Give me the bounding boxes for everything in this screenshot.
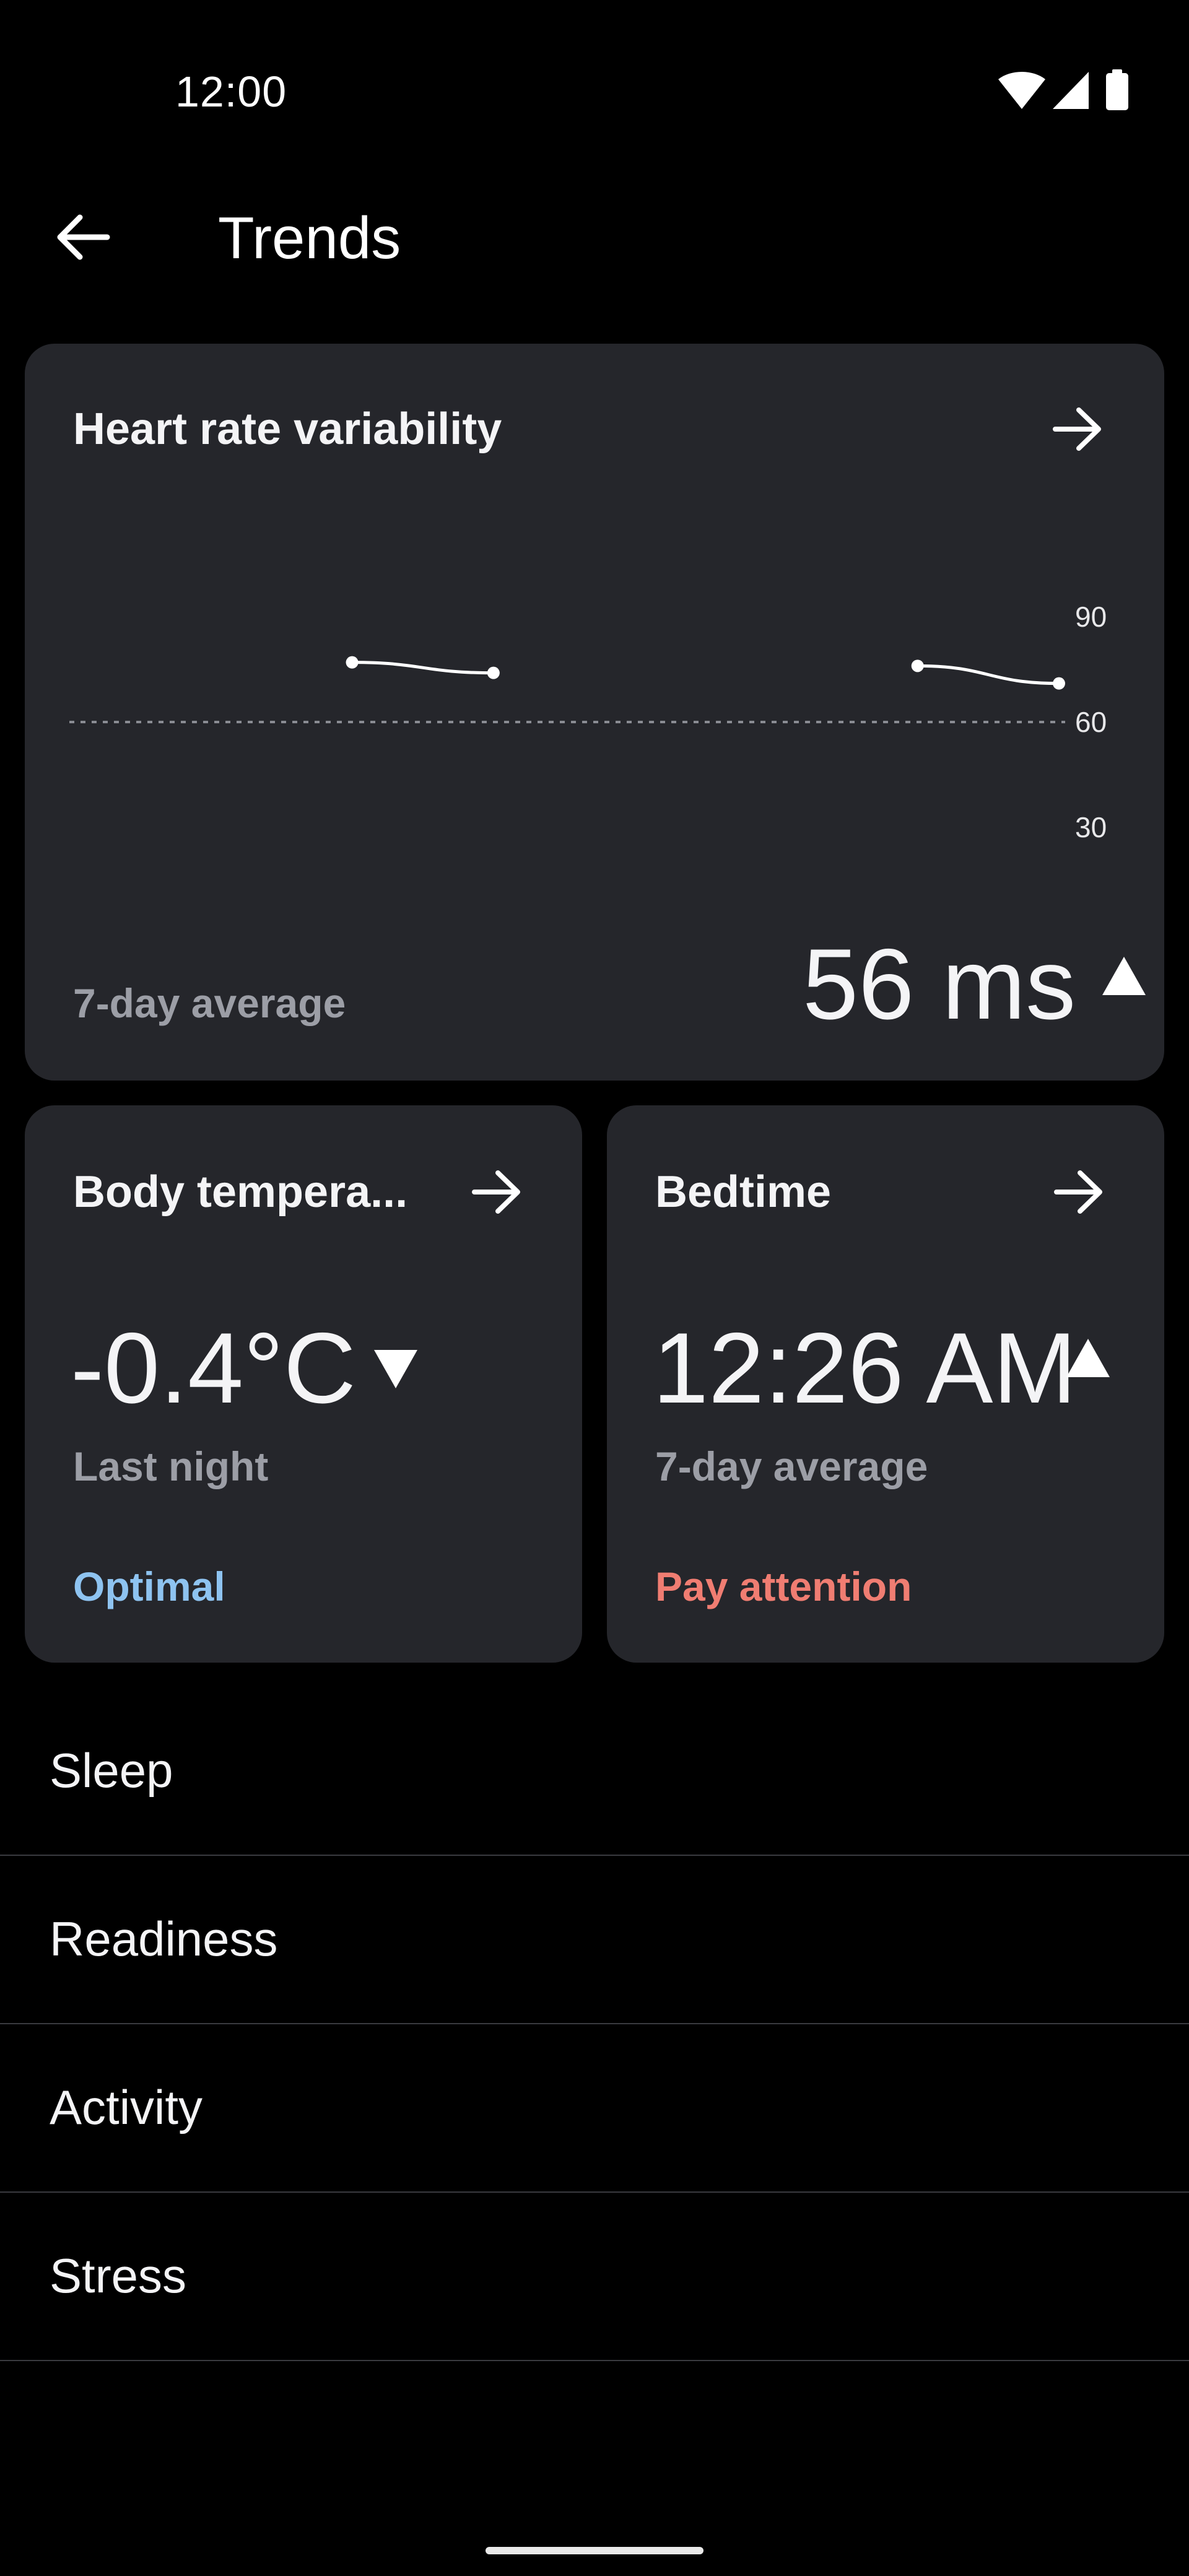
y-axis-tick-label: 90 [1075,601,1107,633]
hrv-data-point [346,656,359,669]
list-item-label: Stress [50,2248,187,2303]
y-axis-tick-label: 30 [1075,811,1107,843]
body-temperature-caption: Last night [73,1443,269,1489]
triangle-down-icon [374,1350,417,1388]
body-temperature-status: Optimal [73,1564,225,1609]
trends-category-list: Sleep Readiness Activity Stress [0,1687,1189,2361]
hrv-data-point [1053,677,1065,690]
list-item-label: Readiness [50,1912,278,1966]
triangle-up-icon [1066,1339,1110,1377]
hrv-data-point [911,659,924,672]
arrow-right-icon[interactable] [469,1165,523,1219]
body-temperature-value: -0.4°C [71,1312,356,1424]
hrv-chart: 90 60 30 [69,601,1107,843]
body-temperature-card-title: Body tempera... [73,1167,408,1217]
bedtime-caption: 7-day average [655,1443,928,1489]
arrow-right-icon[interactable] [1052,1165,1105,1219]
hrv-series-line [917,664,1060,685]
bedtime-card-title: Bedtime [655,1167,832,1217]
bedtime-value: 12:26 AM [653,1312,1077,1424]
list-item-label: Sleep [50,1743,173,1798]
hrv-caption: 7-day average [73,980,346,1026]
list-item-label: Activity [50,2080,203,2134]
triangle-up-icon [1102,957,1146,995]
hrv-value: 56 ms [803,928,1076,1040]
gesture-navigation-bar[interactable] [486,2547,703,2554]
list-item-stress[interactable]: Stress [0,2193,1189,2361]
hrv-series-line [352,661,494,675]
list-item-sleep[interactable]: Sleep [0,1687,1189,1856]
list-item-activity[interactable]: Activity [0,2024,1189,2193]
bedtime-status: Pay attention [655,1564,912,1609]
hrv-data-point [487,666,500,679]
y-axis-tick-label: 60 [1075,706,1107,738]
list-item-readiness[interactable]: Readiness [0,1856,1189,2024]
